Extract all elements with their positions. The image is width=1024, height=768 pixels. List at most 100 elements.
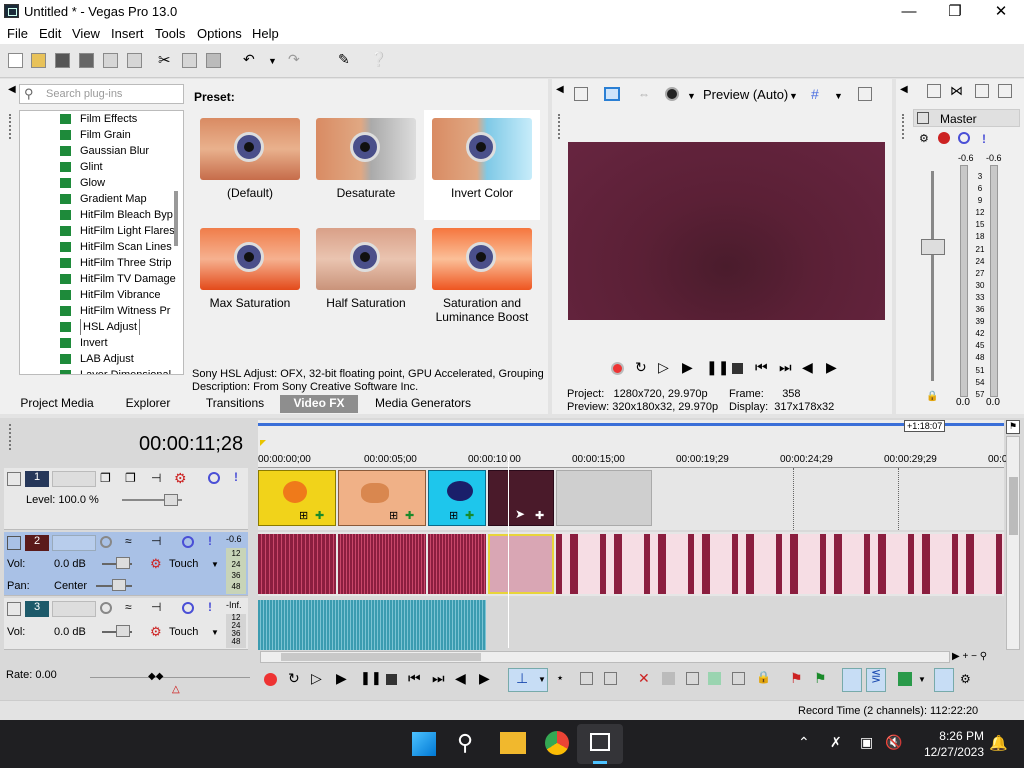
enable-snapping-icon[interactable]: ✎	[338, 51, 353, 67]
whats-this-icon[interactable]: ❔	[370, 51, 387, 67]
lock-envelopes-button[interactable]	[934, 668, 954, 692]
preset-max-saturation[interactable]: Max Saturation	[192, 220, 308, 330]
go-to-end-icon[interactable]: ⏭	[779, 359, 792, 376]
undo-dropdown-icon[interactable]: ▼	[268, 56, 277, 66]
tab-media-generators[interactable]: Media Generators	[365, 395, 481, 413]
stop-icon[interactable]	[732, 363, 743, 374]
loop-icon[interactable]: ↻	[288, 670, 300, 687]
plugin-item[interactable]: HitFilm TV Damage	[60, 271, 183, 287]
arm-record-icon[interactable]	[100, 536, 112, 548]
trim-start-icon[interactable]	[686, 672, 699, 685]
track-fx-chain-icon[interactable]: ⊣	[151, 600, 161, 614]
close-button[interactable]: ✕	[978, 0, 1024, 24]
play-from-start-icon[interactable]: ▷	[311, 670, 322, 687]
master-solo-icon[interactable]: !	[982, 132, 986, 146]
go-to-end-icon[interactable]: ⏭	[432, 670, 445, 687]
audio-clip-selected[interactable]	[488, 534, 554, 594]
copy-snapshot-icon[interactable]	[858, 87, 872, 101]
file-explorer-icon[interactable]	[500, 732, 526, 754]
notification-bell-icon[interactable]: 🔔	[989, 734, 1008, 752]
vscroll-thumb[interactable]	[1009, 477, 1018, 535]
arm-record-icon[interactable]	[100, 602, 112, 614]
plugin-item[interactable]: HitFilm Vibrance	[60, 287, 183, 303]
downmix-icon[interactable]	[975, 84, 989, 98]
plugin-item[interactable]: HitFilm Scan Lines	[60, 239, 183, 255]
video-clip[interactable]: ⊞ ✚	[338, 470, 426, 526]
track-collapse-icon[interactable]	[7, 602, 21, 616]
solo-icon[interactable]: !	[208, 534, 212, 548]
plugin-item[interactable]: LAB Adjust	[60, 351, 183, 367]
track-fx-chain-icon[interactable]: ⊣	[151, 534, 161, 548]
meter-options-icon[interactable]	[998, 84, 1012, 98]
volume-icon[interactable]: 🔇	[885, 734, 902, 751]
master-grip[interactable]	[902, 114, 906, 139]
plugin-item[interactable]: Glint	[60, 159, 183, 175]
master-automation-icon[interactable]	[938, 132, 950, 144]
video-clip[interactable]: ➤ ✚	[488, 470, 554, 526]
plugin-item[interactable]: Film Grain	[60, 127, 183, 143]
mute-icon[interactable]	[182, 602, 194, 614]
zoom-controls[interactable]: ▶ + − ⚲	[952, 651, 1020, 663]
vol-slider-handle[interactable]	[116, 557, 130, 569]
trim-end-icon[interactable]	[708, 672, 721, 685]
tree-scrollbar-thumb[interactable]	[174, 191, 178, 246]
preview-grip[interactable]	[558, 114, 562, 139]
automation-icon[interactable]: ⚙	[150, 624, 162, 640]
mute-icon[interactable]	[182, 536, 194, 548]
track-collapse-icon[interactable]	[7, 536, 21, 550]
save-icon[interactable]	[55, 53, 70, 68]
loop-icon[interactable]: ↻	[635, 359, 647, 376]
plugin-search-box[interactable]: ⚲ Search plug-ins	[19, 84, 184, 104]
preview-close-icon[interactable]: ◀	[556, 84, 564, 95]
redo-icon[interactable]: ↷	[288, 51, 303, 67]
menu-options[interactable]: Options	[197, 26, 242, 41]
new-icon[interactable]	[8, 53, 23, 68]
quality-dropdown-icon[interactable]: ▼	[789, 91, 798, 101]
record-icon[interactable]	[611, 362, 624, 375]
audio-track-lane-2[interactable]	[258, 532, 1004, 596]
hscroll-thumb[interactable]	[281, 653, 481, 661]
solo-icon[interactable]: !	[234, 470, 238, 484]
loop-region-bar[interactable]	[258, 423, 1004, 426]
network-icon[interactable]: ✗	[830, 734, 842, 751]
previous-frame-icon[interactable]: ◀	[802, 359, 813, 376]
preset-half-saturation[interactable]: Half Saturation	[308, 220, 424, 330]
track-name-field[interactable]	[52, 601, 96, 617]
master-fx-icon[interactable]: ⚙	[919, 132, 929, 145]
pause-icon[interactable]: ❚❚	[360, 670, 382, 686]
paste-icon[interactable]	[206, 53, 221, 68]
audio-clip[interactable]	[556, 534, 1004, 594]
external-monitor-icon[interactable]	[604, 87, 620, 101]
track-header-1[interactable]: 1 ❐ ❐ ⊣ ⚙ ! Level: 100.0 %	[4, 468, 248, 530]
menu-insert[interactable]: Insert	[111, 26, 144, 41]
plugin-item[interactable]: Gaussian Blur	[60, 143, 183, 159]
event-fx-icon[interactable]: ✚	[405, 509, 414, 522]
lock-icon[interactable]: 🔒	[756, 670, 771, 684]
track-collapse-icon[interactable]	[7, 472, 21, 486]
audio-clip[interactable]	[258, 600, 486, 650]
plugin-item[interactable]: HitFilm Bleach Byp	[60, 207, 183, 223]
plugin-item[interactable]: HitFilm Witness Pr	[60, 303, 183, 319]
track-name-field[interactable]	[52, 535, 96, 551]
undo-icon[interactable]: ↶	[243, 51, 258, 67]
trim-icon[interactable]	[662, 672, 675, 685]
split-screen-icon[interactable]: ⇔	[638, 87, 652, 101]
preview-quality-dropdown[interactable]: Preview (Auto)	[703, 87, 788, 102]
pan-slider-handle[interactable]	[112, 579, 126, 591]
video-track-lane[interactable]: ⊞ ✚ ⊞ ✚ ⊞ ✚ ➤ ✚	[258, 468, 1004, 530]
play-from-start-icon[interactable]: ▷	[658, 359, 669, 376]
insert-region-icon[interactable]: ⚑	[814, 670, 827, 687]
open-folder-icon[interactable]	[31, 53, 46, 68]
event-fx-icon[interactable]: ✚	[465, 509, 474, 522]
event-pan-crop-icon[interactable]: ⊞	[299, 509, 308, 522]
enable-snapping-button[interactable]	[842, 668, 862, 692]
auto-ripple-icon[interactable]	[898, 672, 912, 686]
preset-desaturate[interactable]: Desaturate	[308, 110, 424, 220]
envelope-tool-icon[interactable]: ⋆	[556, 670, 564, 686]
panel-grip[interactable]	[9, 114, 13, 139]
tab-explorer[interactable]: Explorer	[112, 395, 184, 413]
preset-default[interactable]: (Default)	[192, 110, 308, 220]
preset-invert-color[interactable]: Invert Color	[424, 110, 540, 220]
event-fx-icon[interactable]: ✚	[315, 509, 324, 522]
go-to-start-icon[interactable]: ⏮	[755, 359, 768, 376]
